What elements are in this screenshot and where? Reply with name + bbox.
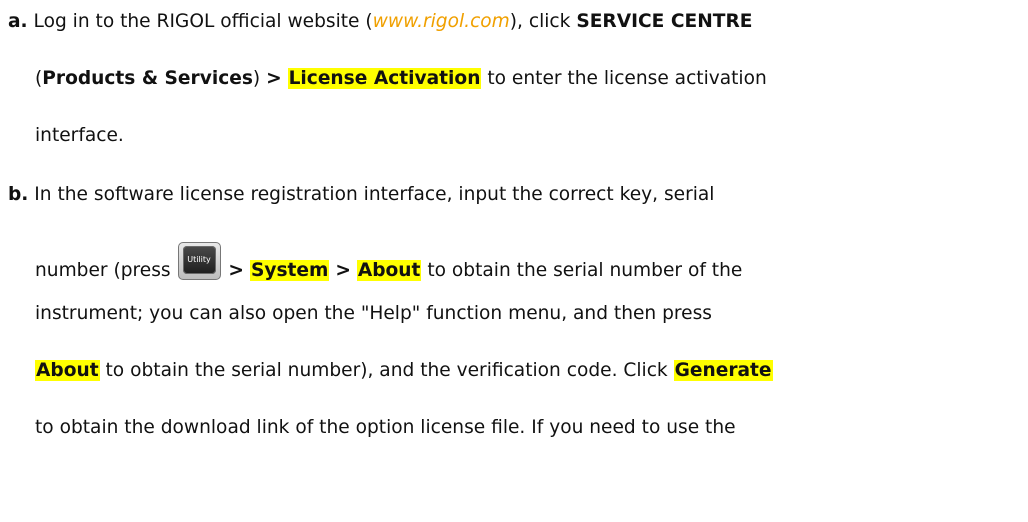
menu-service-centre: SERVICE CENTRE xyxy=(576,11,753,32)
step-b-text: to obtain the download link of the optio… xyxy=(35,417,736,438)
step-b-line-2: number (press Utility > System > About t… xyxy=(35,242,742,281)
step-b-line-5: to obtain the download link of the optio… xyxy=(35,413,736,443)
utility-key-face: Utility xyxy=(182,246,216,274)
menu-products-services: Products & Services xyxy=(42,68,253,89)
path-separator: > xyxy=(266,68,282,89)
step-b-marker: b. xyxy=(8,184,29,205)
step-b-line-1: b. In the software license registration … xyxy=(8,180,714,210)
menu-system: System xyxy=(249,260,330,281)
utility-key-label: Utility xyxy=(187,255,211,264)
step-b-text: In the software license registration int… xyxy=(34,184,715,205)
step-b-text: instrument; you can also open the "Help"… xyxy=(35,303,712,324)
step-b-text: to obtain the serial number), and the ve… xyxy=(99,360,674,381)
step-a-text: to enter the license activation xyxy=(481,68,767,89)
step-b-text: to obtain the serial number of the xyxy=(421,260,743,281)
path-separator: > xyxy=(228,260,245,281)
utility-key-icon: Utility xyxy=(177,242,221,280)
step-a-marker: a. xyxy=(8,11,28,32)
step-a-line-1: a. Log in to the RIGOL official website … xyxy=(8,7,752,37)
menu-license-activation: License Activation xyxy=(287,68,482,89)
step-a-text: ), click xyxy=(509,11,577,32)
step-a-text: interface. xyxy=(35,125,124,146)
path-separator: > xyxy=(335,260,351,281)
menu-about: About xyxy=(35,360,100,381)
step-b-line-4: About to obtain the serial number), and … xyxy=(35,356,773,386)
step-a-line-3: interface. xyxy=(35,121,124,151)
step-a-text: ) xyxy=(252,68,267,89)
menu-about: About xyxy=(356,260,422,281)
step-b-line-3: instrument; you can also open the "Help"… xyxy=(35,299,712,329)
step-a-text: Log in to the RIGOL official website ( xyxy=(33,11,373,32)
rigol-website-link[interactable]: www.rigol.com xyxy=(373,11,510,32)
step-b-text: number (press xyxy=(35,260,177,281)
button-generate: Generate xyxy=(673,360,773,381)
step-a-line-2: (Products & Services) > License Activati… xyxy=(35,64,767,94)
